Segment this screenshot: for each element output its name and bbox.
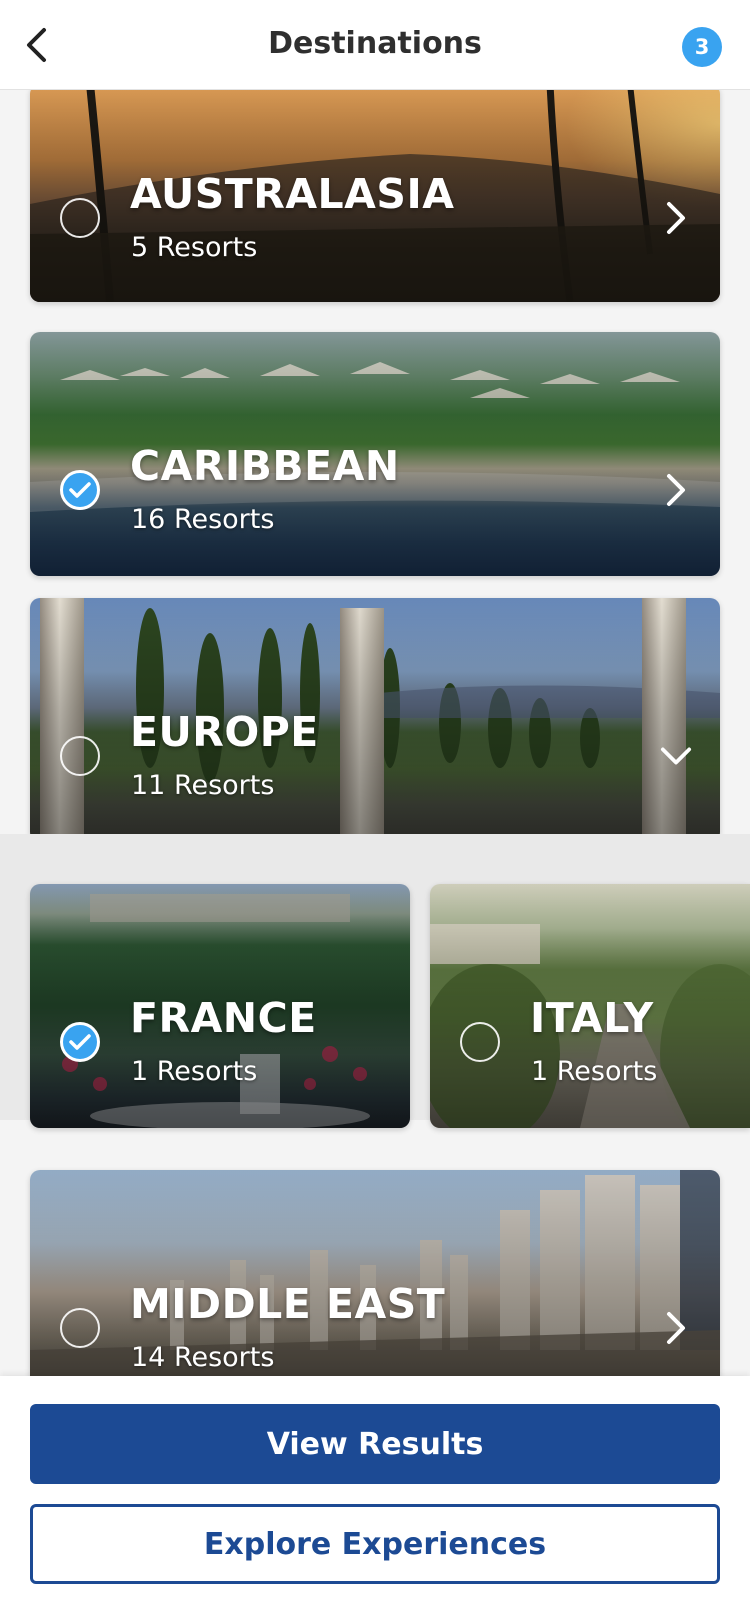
subdestination-name: ITALY [530,994,654,1042]
subdestination-name: FRANCE [130,994,317,1042]
page-title: Destinations [268,26,482,61]
explore-experiences-button[interactable]: Explore Experiences [30,1504,720,1584]
select-radio[interactable] [60,470,100,510]
destination-name: MIDDLE EAST [130,1280,446,1328]
destination-card-middle-east[interactable]: MIDDLE EAST 14 Resorts [30,1170,720,1376]
resort-count: 11 Resorts [131,770,275,801]
resort-count: 16 Resorts [131,504,275,535]
checkmark-icon [69,1034,91,1050]
resort-count: 14 Resorts [131,1342,275,1373]
app-header: Destinations 3 [0,0,750,90]
resort-count: 5 Resorts [131,232,258,263]
subdestination-card-france[interactable]: FRANCE 1 Resorts [30,884,410,1128]
resort-count: 1 Resorts [531,1056,658,1087]
chevron-right-icon[interactable] [660,198,692,238]
select-radio[interactable] [60,736,100,776]
chevron-right-icon[interactable] [660,1308,692,1348]
select-radio[interactable] [60,1022,100,1062]
checkmark-icon [69,482,91,498]
select-radio[interactable] [60,1308,100,1348]
destination-card-caribbean[interactable]: CARIBBEAN 16 Resorts [30,332,720,576]
chevron-down-icon[interactable] [660,736,692,776]
destination-card-australasia[interactable]: AUSTRALASIA 5 Resorts [30,90,720,302]
chevron-right-icon[interactable] [660,470,692,510]
destination-name: AUSTRALASIA [130,170,455,218]
resort-count: 1 Resorts [131,1056,258,1087]
select-radio[interactable] [60,198,100,238]
subdestination-card-italy[interactable]: ITALY 1 Resorts [430,884,750,1128]
destination-name: CARIBBEAN [130,442,400,490]
selected-count-badge: 3 [682,27,722,67]
destinations-list[interactable]: AUSTRALASIA 5 Resorts CARIBBEAN 16 Resor… [0,90,750,1376]
destination-name: EUROPE [130,708,319,756]
destination-card-europe[interactable]: EUROPE 11 Resorts [30,598,720,842]
view-results-button[interactable]: View Results [30,1404,720,1484]
select-radio[interactable] [460,1022,500,1062]
footer-actions: View Results Explore Experiences [0,1376,750,1624]
